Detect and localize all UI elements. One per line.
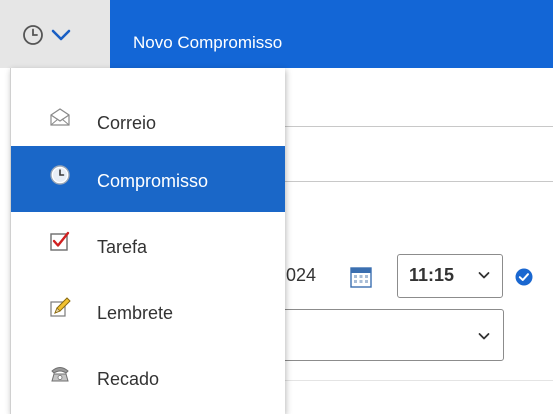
- chevron-down-icon: [478, 272, 490, 279]
- calendar-icon[interactable]: [350, 266, 372, 288]
- type-picker-area: [0, 0, 110, 68]
- item-type-dropdown[interactable]: [22, 22, 100, 48]
- menu-item-label: Tarefa: [97, 237, 148, 257]
- checkbox-icon: [50, 231, 70, 251]
- clock-icon: [23, 25, 43, 45]
- start-date-field[interactable]: 024: [280, 254, 390, 298]
- field-divider: [284, 126, 553, 127]
- clock-icon: [50, 165, 70, 185]
- menu-item-label: Compromisso: [97, 171, 209, 191]
- menu-item-label: Lembrete: [97, 303, 174, 323]
- menu-item-lembrete[interactable]: Lembrete: [11, 278, 285, 344]
- chevron-down-icon: [51, 29, 71, 41]
- field-divider: [284, 181, 553, 182]
- phone-icon: [51, 367, 69, 382]
- chevron-down-icon: [478, 333, 490, 340]
- menu-item-tarefa[interactable]: Tarefa: [11, 212, 285, 278]
- menu-item-compromisso[interactable]: Compromisso: [11, 146, 285, 212]
- menu-item-label: Correio: [97, 113, 157, 133]
- menu-item-correio[interactable]: Correio: [11, 88, 285, 154]
- window-title: Novo Compromisso: [133, 33, 283, 52]
- header-bar: Novo Compromisso: [0, 0, 553, 68]
- item-type-menu: Correio Compromisso Tarefa Lembrete Reca…: [10, 68, 285, 414]
- menu-item-label: Recado: [97, 369, 160, 389]
- start-time-value: 11:15: [409, 265, 455, 285]
- menu-item-recado[interactable]: Recado: [11, 344, 285, 410]
- field-divider: [284, 380, 553, 381]
- secondary-dropdown[interactable]: [262, 309, 504, 361]
- pencil-icon: [50, 297, 71, 317]
- envelope-icon: [50, 108, 70, 126]
- start-time-select[interactable]: 11:15: [397, 254, 503, 298]
- check-circle-icon: [515, 268, 533, 286]
- start-date-value: 024: [286, 265, 317, 285]
